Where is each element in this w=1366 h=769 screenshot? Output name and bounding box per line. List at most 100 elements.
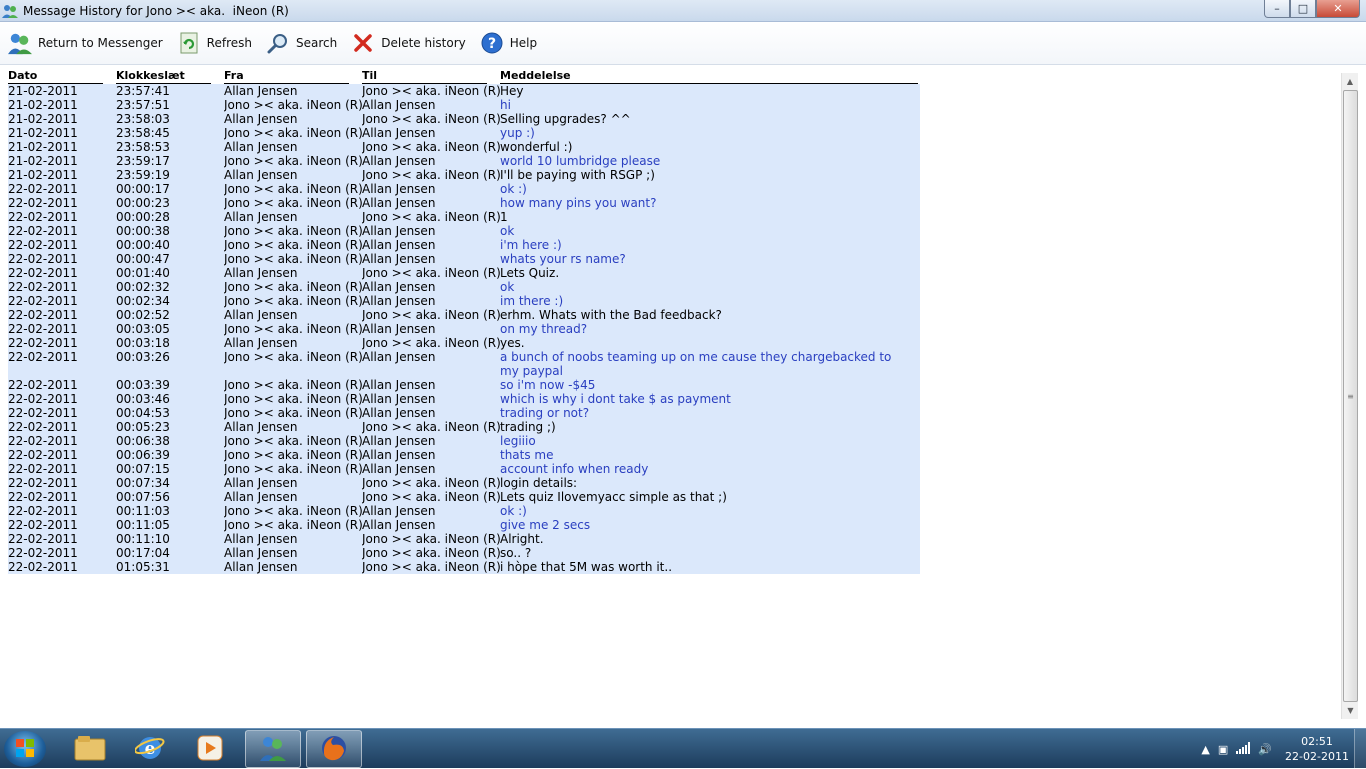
cell-to: Jono >< aka. iNeon (R) [362,490,500,504]
table-row[interactable]: 22-02-2011 00:05:23 Allan Jensen Jono >< ak… [8,420,920,434]
cell-message: a bunch of noobs teaming up on me cause … [500,350,892,378]
cell-to: Allan Jensen [362,448,436,462]
column-header-date[interactable]: Dato [8,69,103,84]
table-row[interactable]: 22-02-2011 00:03:39 Jono >< aka. iNeon (R)… [8,378,920,392]
cell-message: ok [500,224,515,238]
cell-to: Jono >< aka. iNeon (R) [362,84,500,98]
scroll-down-arrow-icon[interactable]: ▼ [1342,702,1359,719]
cell-from: Allan Jensen [224,140,298,154]
cell-time: 00:11:10 [116,532,170,546]
cell-to: Allan Jensen [362,518,436,532]
maximize-button[interactable]: □ [1290,0,1316,18]
help-button[interactable]: ? Help [480,31,537,55]
table-row[interactable]: 22-02-2011 00:02:52 Allan Jensen Jono >< ak… [8,308,920,322]
table-row[interactable]: 21-02-2011 23:58:45 Jono >< aka. iNeon (R)… [8,126,920,140]
volume-icon[interactable]: 🔊 [1258,743,1272,756]
cell-message: ok :) [500,182,527,196]
cell-message: which is why i dont take $ as payment [500,392,731,406]
cell-date: 22-02-2011 [8,518,78,532]
table-row[interactable]: 22-02-2011 00:11:03 Jono >< aka. iNeon (R)… [8,504,920,518]
cell-time: 23:59:17 [116,154,170,168]
return-to-messenger-button[interactable]: Return to Messenger [8,31,163,55]
cell-date: 22-02-2011 [8,224,78,238]
cell-from: Allan Jensen [224,266,298,280]
table-row[interactable]: 22-02-2011 00:03:18 Allan Jensen Jono >< ak… [8,336,920,350]
clock-time: 02:51 [1301,735,1333,748]
table-row[interactable]: 22-02-2011 00:02:32 Jono >< aka. iNeon (R)… [8,280,920,294]
cell-from: Jono >< aka. iNeon (R) [224,182,362,196]
column-header-to[interactable]: Til [362,69,487,84]
table-row[interactable]: 21-02-2011 23:57:51 Jono >< aka. iNeon (R)… [8,98,920,112]
taskbar-firefox[interactable] [306,730,362,768]
show-desktop-button[interactable] [1354,729,1366,769]
table-row[interactable]: 22-02-2011 00:03:26 Jono >< aka. iNeon (R)… [8,350,920,378]
table-row[interactable]: 22-02-2011 00:00:47 Jono >< aka. iNeon (R)… [8,252,920,266]
table-row[interactable]: 22-02-2011 00:00:40 Jono >< aka. iNeon (R)… [8,238,920,252]
column-header-from[interactable]: Fra [224,69,349,84]
table-row[interactable]: 22-02-2011 00:17:04 Allan Jensen Jono >< ak… [8,546,920,560]
show-hidden-icons-arrow-icon[interactable]: ▲ [1201,743,1209,756]
table-row[interactable]: 22-02-2011 00:03:46 Jono >< aka. iNeon (R)… [8,392,920,406]
cell-from: Allan Jensen [224,560,298,574]
cell-to: Allan Jensen [362,322,436,336]
title-bar[interactable]: Message History for Jono >< aka. iNeon (… [0,0,1366,22]
delete-history-button[interactable]: Delete history [351,31,466,55]
close-button[interactable]: ✕ [1316,0,1360,18]
cell-message: on my thread? [500,322,588,336]
taskbar-media-player[interactable] [182,730,238,768]
table-row[interactable]: 21-02-2011 23:58:53 Allan Jensen Jono >< ak… [8,140,920,154]
cell-time: 00:07:15 [116,462,170,476]
cell-to: Jono >< aka. iNeon (R) [362,336,500,350]
table-row[interactable]: 22-02-2011 00:00:23 Jono >< aka. iNeon (R)… [8,196,920,210]
cell-from: Allan Jensen [224,546,298,560]
network-signal-icon[interactable] [1236,741,1251,757]
table-row[interactable]: 21-02-2011 23:57:41 Allan Jensen Jono >< ak… [8,84,920,98]
table-row[interactable]: 21-02-2011 23:58:03 Allan Jensen Jono >< ak… [8,112,920,126]
minimize-button[interactable]: – [1264,0,1290,18]
table-row[interactable]: 21-02-2011 23:59:19 Allan Jensen Jono >< ak… [8,168,920,182]
table-row[interactable]: 22-02-2011 00:07:15 Jono >< aka. iNeon (R)… [8,462,920,476]
cell-date: 22-02-2011 [8,434,78,448]
table-row[interactable]: 22-02-2011 00:00:38 Jono >< aka. iNeon (R)… [8,224,920,238]
column-header-time[interactable]: Klokkeslæt [116,69,211,84]
cell-date: 21-02-2011 [8,98,78,112]
table-row[interactable]: 22-02-2011 00:06:38 Jono >< aka. iNeon (R)… [8,434,920,448]
column-header-message[interactable]: Meddelelse [500,69,918,84]
table-row[interactable]: 22-02-2011 00:00:28 Allan Jensen Jono >< ak… [8,210,920,224]
table-row[interactable]: 22-02-2011 00:11:10 Allan Jensen Jono >< ak… [8,532,920,546]
scrollbar-thumb[interactable]: ≡ [1343,90,1358,702]
table-row[interactable]: 22-02-2011 00:07:56 Allan Jensen Jono >< ak… [8,490,920,504]
cell-time: 00:02:34 [116,294,170,308]
table-row[interactable]: 22-02-2011 00:01:40 Allan Jensen Jono >< ak… [8,266,920,280]
table-row[interactable]: 22-02-2011 00:07:34 Allan Jensen Jono >< ak… [8,476,920,490]
search-button[interactable]: Search [266,31,337,55]
table-row[interactable]: 22-02-2011 00:11:05 Jono >< aka. iNeon (R)… [8,518,920,532]
table-row[interactable]: 22-02-2011 00:04:53 Jono >< aka. iNeon (R)… [8,406,920,420]
clock[interactable]: 02:51 22-02-2011 [1280,734,1354,764]
scroll-up-arrow-icon[interactable]: ▲ [1342,73,1358,90]
clock-date: 22-02-2011 [1285,750,1349,763]
cell-to: Jono >< aka. iNeon (R) [362,140,500,154]
table-row[interactable]: 22-02-2011 00:03:05 Jono >< aka. iNeon (R)… [8,322,920,336]
cell-to: Allan Jensen [362,126,436,140]
start-button[interactable] [4,731,46,767]
cell-message: ok [500,280,515,294]
vertical-scrollbar[interactable]: ▲ ≡ ▼ [1341,73,1358,719]
taskbar-internet-explorer[interactable]: e [122,730,178,768]
table-row[interactable]: 22-02-2011 00:02:34 Jono >< aka. iNeon (R)… [8,294,920,308]
cell-message: erhm. Whats with the Bad feedback? [500,308,722,322]
taskbar-messenger[interactable] [245,730,301,768]
table-row[interactable]: 22-02-2011 00:00:17 Jono >< aka. iNeon (R)… [8,182,920,196]
table-row[interactable]: 22-02-2011 00:06:39 Jono >< aka. iNeon (R)… [8,448,920,462]
table-row[interactable]: 21-02-2011 23:59:17 Jono >< aka. iNeon (R)… [8,154,920,168]
cell-date: 22-02-2011 [8,252,78,266]
cell-date: 22-02-2011 [8,462,78,476]
device-icon[interactable]: ▣ [1218,743,1228,756]
refresh-button[interactable]: Refresh [177,31,252,55]
cell-message: Hey [500,84,524,98]
taskbar-explorer[interactable] [62,730,118,768]
messenger-people-icon [258,734,288,765]
cell-time: 00:05:23 [116,420,170,434]
cell-date: 22-02-2011 [8,392,78,406]
table-row[interactable]: 22-02-2011 01:05:31 Allan Jensen Jono >< ak… [8,560,920,574]
